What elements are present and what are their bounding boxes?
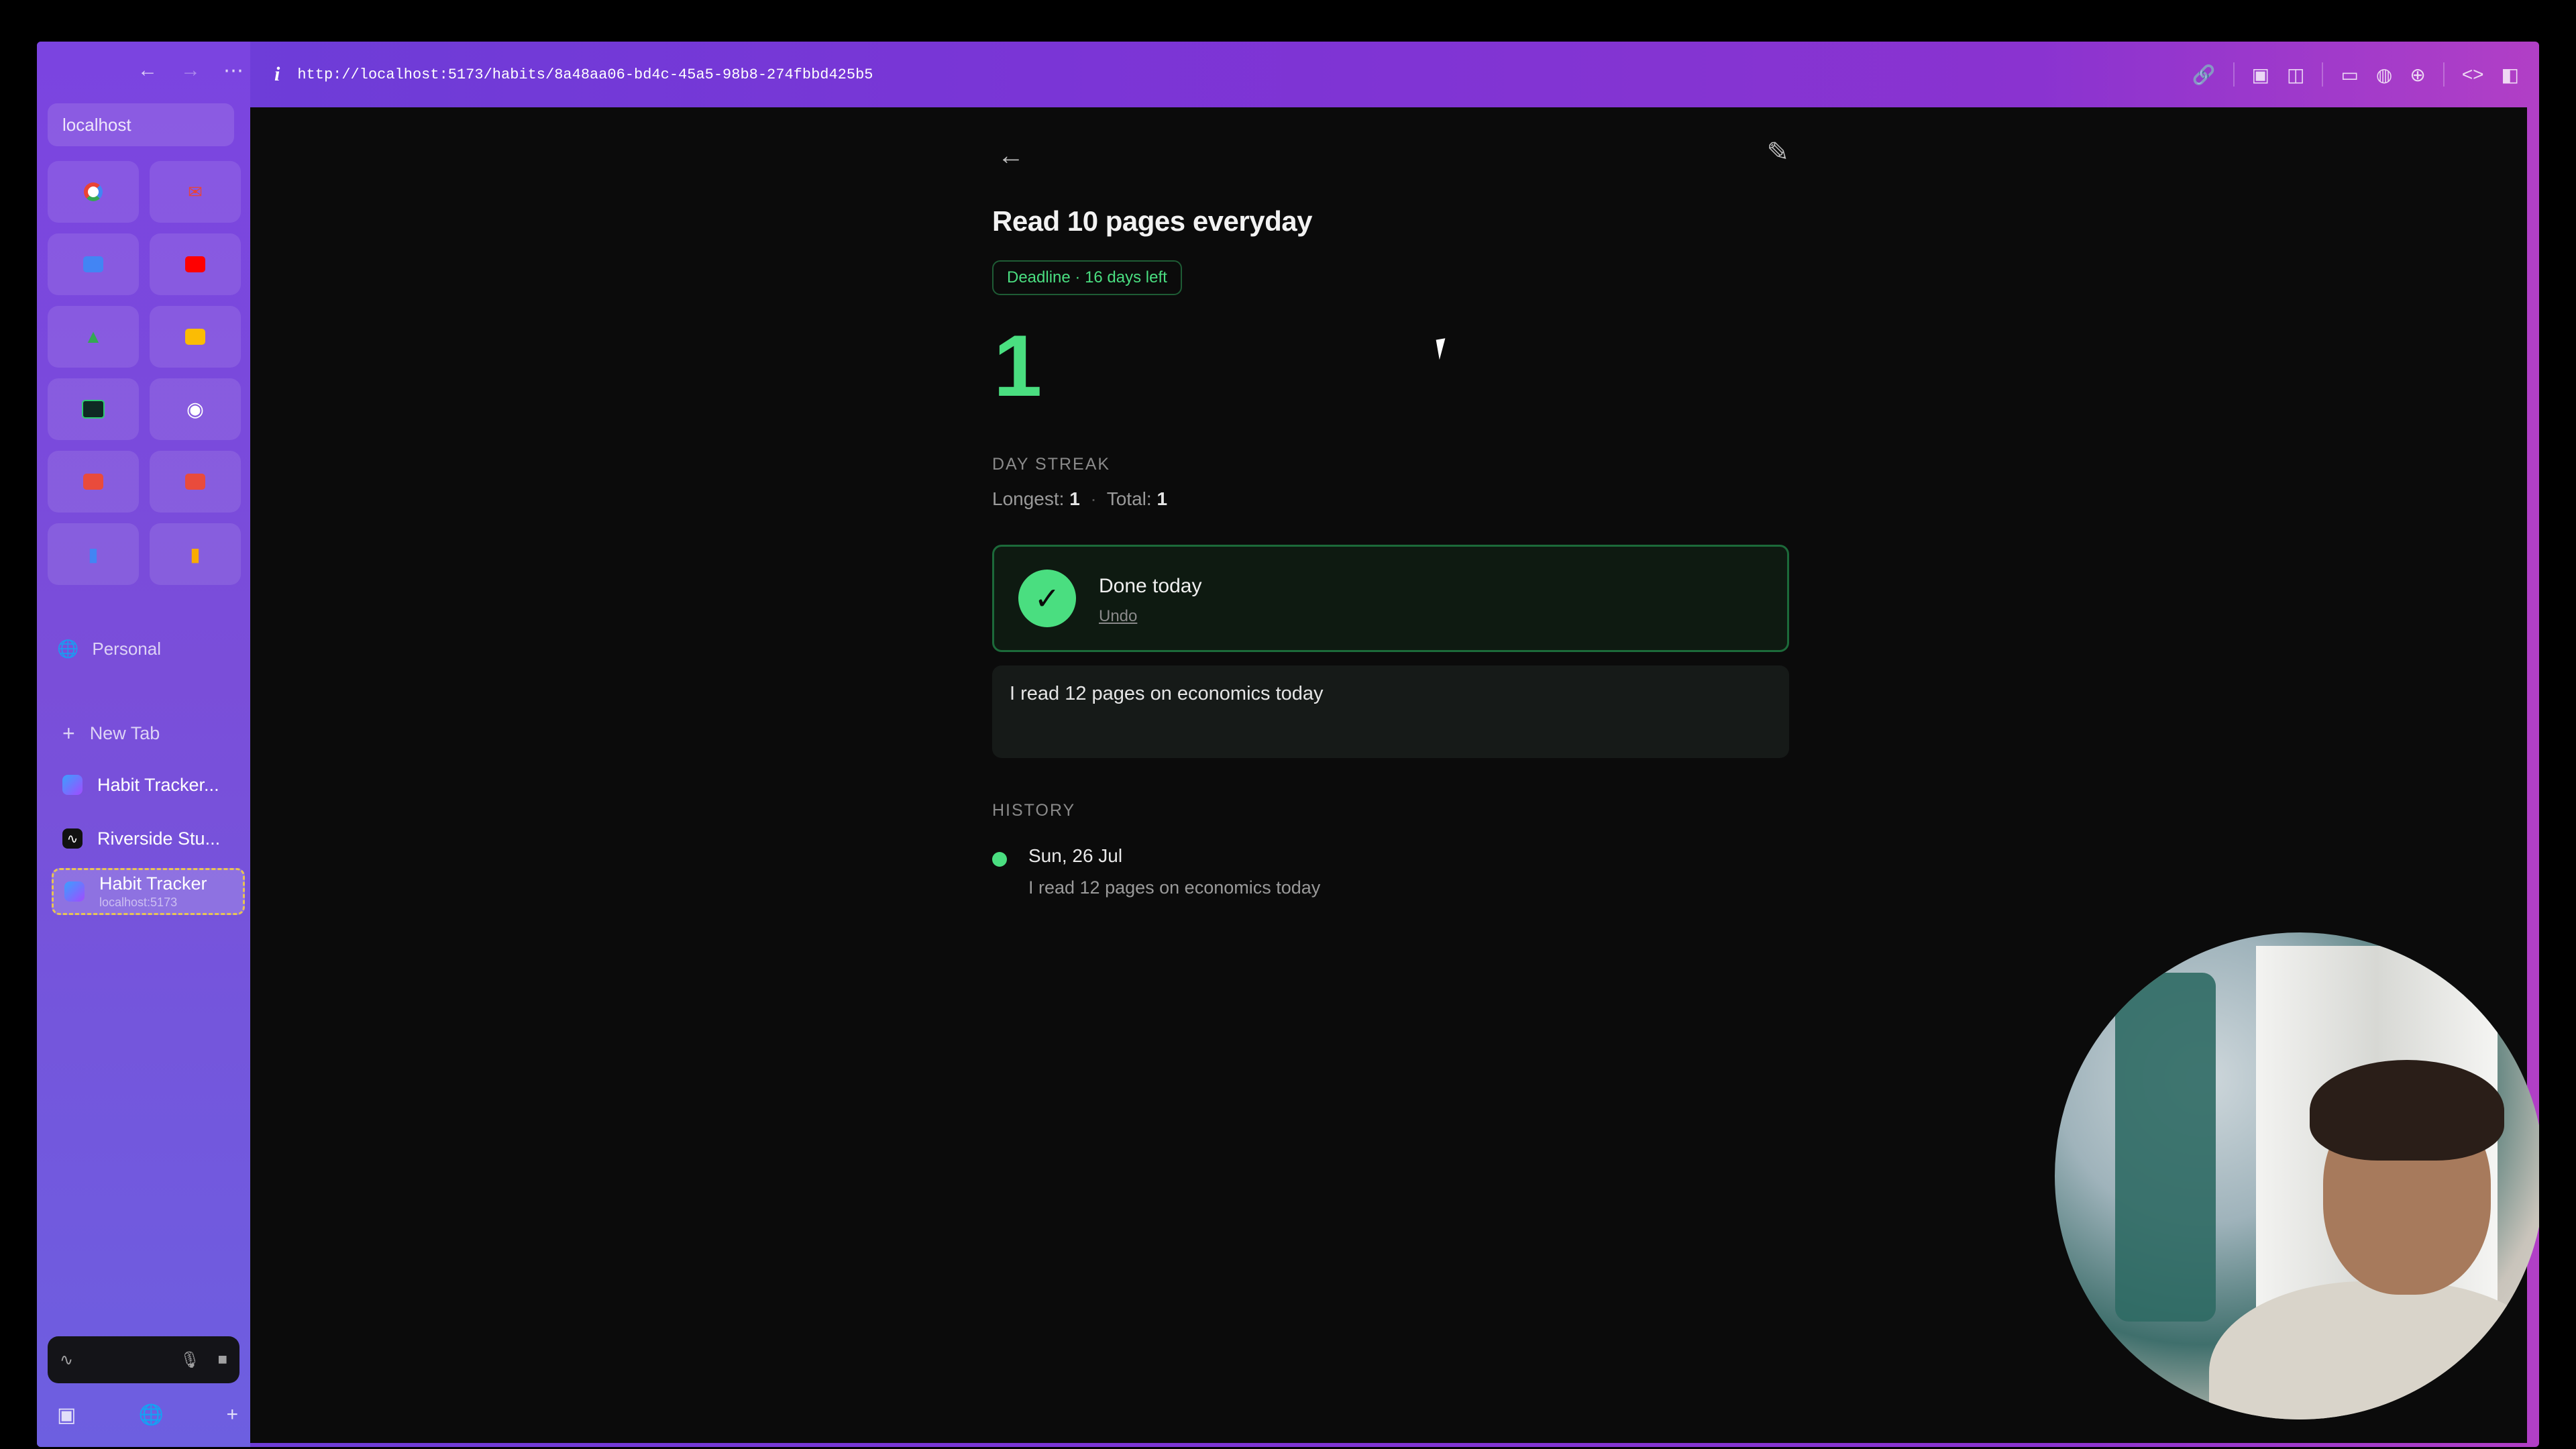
github-icon: ◉	[186, 398, 205, 421]
drive-icon: ▲	[84, 326, 103, 347]
streak-count: 1	[994, 317, 1042, 415]
tab-label: Habit Tracker...	[97, 774, 219, 795]
browser-sidebar: ← → ⋯ localhost ✉ ▲ ◉ ▮ ▮ 🌐 Personal + N…	[37, 42, 250, 1447]
pdf-icon	[185, 474, 205, 490]
window-icon[interactable]: ▭	[2341, 64, 2358, 86]
favorite-github[interactable]: ◉	[150, 378, 241, 440]
new-tab-label: New Tab	[89, 722, 160, 743]
keep-icon	[185, 329, 205, 345]
favorite-calendar[interactable]	[48, 233, 139, 295]
habit-tracker-favicon	[64, 881, 85, 902]
favorite-analytics-1[interactable]: ▮	[48, 523, 139, 585]
toolbar-divider	[2443, 62, 2445, 87]
tab-label: Riverside Stu...	[97, 828, 221, 849]
sidebar-url-bar[interactable]: localhost	[48, 103, 234, 146]
camera-icon[interactable]: ◫	[2287, 64, 2304, 86]
calendar-icon	[83, 256, 103, 272]
edit-pencil-icon[interactable]: ✎	[1766, 137, 1789, 168]
code-icon[interactable]: <>	[2462, 64, 2484, 85]
favorite-youtube[interactable]	[150, 233, 241, 295]
favorite-google[interactable]	[48, 161, 139, 223]
back-arrow-icon[interactable]: ←	[998, 141, 1024, 171]
browser-window: ← → ⋯ localhost ✉ ▲ ◉ ▮ ▮ 🌐 Personal + N…	[37, 42, 2539, 1447]
tab-riverside[interactable]: ∿ Riverside Stu...	[52, 818, 245, 859]
pinned-favorites: ✉ ▲ ◉ ▮ ▮	[48, 161, 241, 585]
youtube-icon	[185, 256, 205, 272]
tab-habit-tracker-1[interactable]: Habit Tracker...	[52, 764, 245, 806]
gmail-icon: ✉	[188, 181, 203, 202]
undo-link[interactable]: Undo	[1099, 607, 1137, 626]
deadline-badge: Deadline · 16 days left	[992, 260, 1182, 295]
tab-sublabel: localhost:5173	[99, 896, 178, 909]
webcam-person-hair	[2310, 1060, 2504, 1161]
toolbar-divider	[2233, 62, 2235, 87]
toolbar-icons: 🔗 ▣ ◫ ▭ ◍ ⊕ <> ◧	[2192, 42, 2519, 107]
favorite-pdf-2[interactable]	[150, 451, 241, 513]
more-icon[interactable]: ⋯	[223, 59, 244, 83]
tab-text: Habit Tracker localhost:5173	[99, 873, 207, 910]
history-note: I read 12 pages on economics today	[1028, 877, 1321, 898]
toolbar-divider	[2322, 62, 2324, 87]
archive-icon[interactable]: ▣	[57, 1403, 76, 1427]
back-arrow-icon[interactable]: ←	[138, 59, 158, 83]
total-label: Total:	[1106, 488, 1152, 509]
url-text: http://localhost:5173/habits/8a48aa06-bd…	[297, 66, 873, 83]
history-heading: HISTORY	[992, 801, 1076, 820]
longest-value: 1	[1069, 488, 1080, 509]
globe-icon: 🌐	[57, 639, 79, 659]
url-display[interactable]: i http://localhost:5173/habits/8a48aa06-…	[274, 63, 873, 86]
space-personal[interactable]: 🌐 Personal	[57, 639, 161, 659]
media-controls: ∿ 🎙 ■	[48, 1336, 239, 1383]
favorite-activity[interactable]	[48, 378, 139, 440]
favorite-gmail[interactable]: ✉	[150, 161, 241, 223]
total-value: 1	[1157, 488, 1168, 509]
webcam-bubble	[2055, 932, 2539, 1419]
history-date: Sun, 26 Jul	[1028, 845, 1123, 866]
waveform-icon[interactable]: ∿	[60, 1350, 73, 1370]
check-icon[interactable]: ✓	[1018, 570, 1076, 627]
microphone-icon[interactable]: 🎙	[180, 1350, 200, 1370]
tab-label: Habit Tracker	[99, 873, 207, 894]
favorite-pdf-1[interactable]	[48, 451, 139, 513]
streak-stats: Longest: 1 · Total: 1	[992, 488, 1167, 510]
link-icon[interactable]: 🔗	[2192, 64, 2216, 86]
space-label: Personal	[92, 639, 161, 659]
screenshot-icon[interactable]: ▣	[2252, 64, 2269, 86]
longest-label: Longest:	[992, 488, 1065, 509]
nav-buttons: ← → ⋯	[138, 59, 244, 83]
done-today-label: Done today	[1099, 575, 1202, 597]
camera-icon[interactable]: ■	[218, 1350, 228, 1370]
analytics-icon: ▮	[88, 543, 99, 565]
mouse-cursor-icon	[1436, 336, 1458, 360]
new-tab-button[interactable]: + New Tab	[52, 712, 245, 754]
tab-habit-tracker-active[interactable]: Habit Tracker localhost:5173	[52, 868, 245, 915]
webcam-curtain	[2115, 973, 2216, 1322]
riverside-favicon: ∿	[62, 828, 83, 849]
bar-chart-icon: ▮	[190, 543, 201, 565]
habit-title: Read 10 pages everyday	[992, 205, 1312, 237]
add-icon[interactable]: +	[226, 1403, 238, 1427]
habit-tracker-favicon	[62, 775, 83, 795]
google-icon	[84, 182, 103, 201]
done-today-card[interactable]: ✓ Done today Undo	[992, 545, 1789, 652]
target-icon[interactable]: ⊕	[2410, 64, 2425, 86]
favorite-keep[interactable]	[150, 306, 241, 368]
info-icon[interactable]: i	[274, 63, 280, 86]
plus-icon: +	[62, 720, 75, 745]
pdf-icon	[83, 474, 103, 490]
sidebar-footer: ▣ 🌐 +	[57, 1403, 238, 1427]
globe-icon[interactable]: ◍	[2376, 64, 2392, 86]
streak-label: DAY STREAK	[992, 455, 1111, 474]
activity-icon	[82, 400, 105, 419]
forward-arrow-icon[interactable]: →	[180, 59, 201, 83]
media-buttons: 🎙 ■	[180, 1350, 227, 1370]
address-bar: i http://localhost:5173/habits/8a48aa06-…	[250, 42, 2539, 107]
globe-icon[interactable]: 🌐	[139, 1403, 164, 1427]
history-dot	[992, 852, 1007, 867]
stats-separator: ·	[1085, 488, 1102, 509]
split-view-icon[interactable]: ◧	[2502, 64, 2519, 86]
favorite-analytics-2[interactable]: ▮	[150, 523, 241, 585]
note-textarea[interactable]: I read 12 pages on economics today	[992, 665, 1789, 758]
favorite-drive[interactable]: ▲	[48, 306, 139, 368]
